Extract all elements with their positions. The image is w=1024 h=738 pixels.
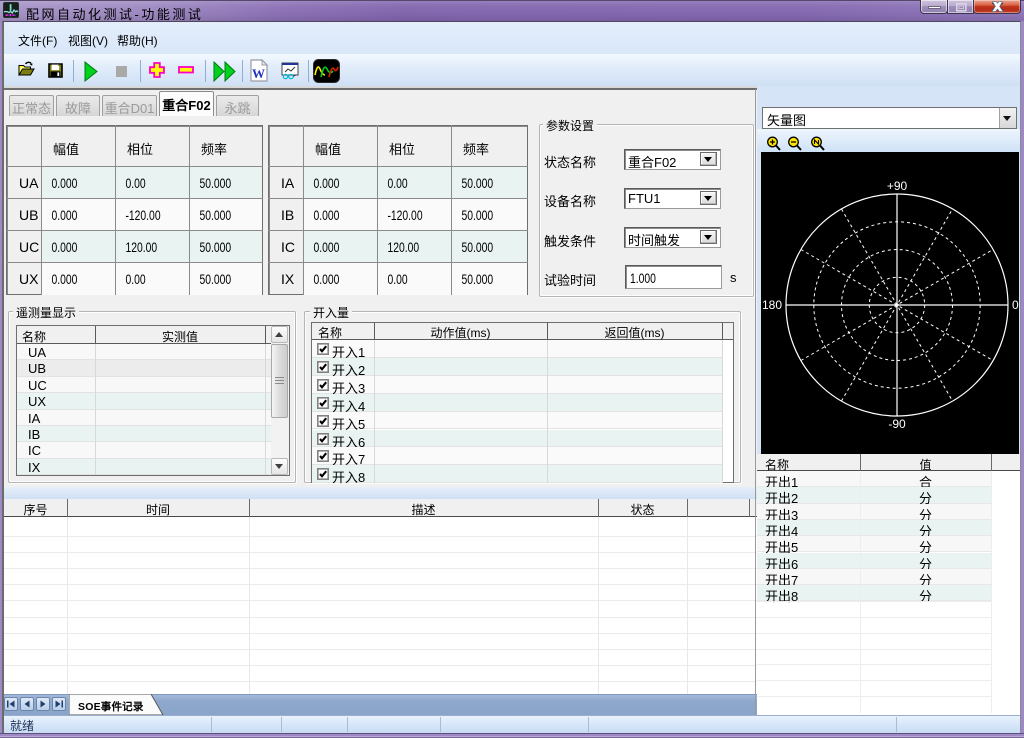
svg-text:0: 0: [1012, 298, 1019, 312]
svg-text:W: W: [252, 66, 265, 81]
svg-text:180: 180: [762, 298, 782, 312]
svg-text:+90: +90: [887, 179, 908, 193]
svg-text:-90: -90: [888, 417, 906, 431]
